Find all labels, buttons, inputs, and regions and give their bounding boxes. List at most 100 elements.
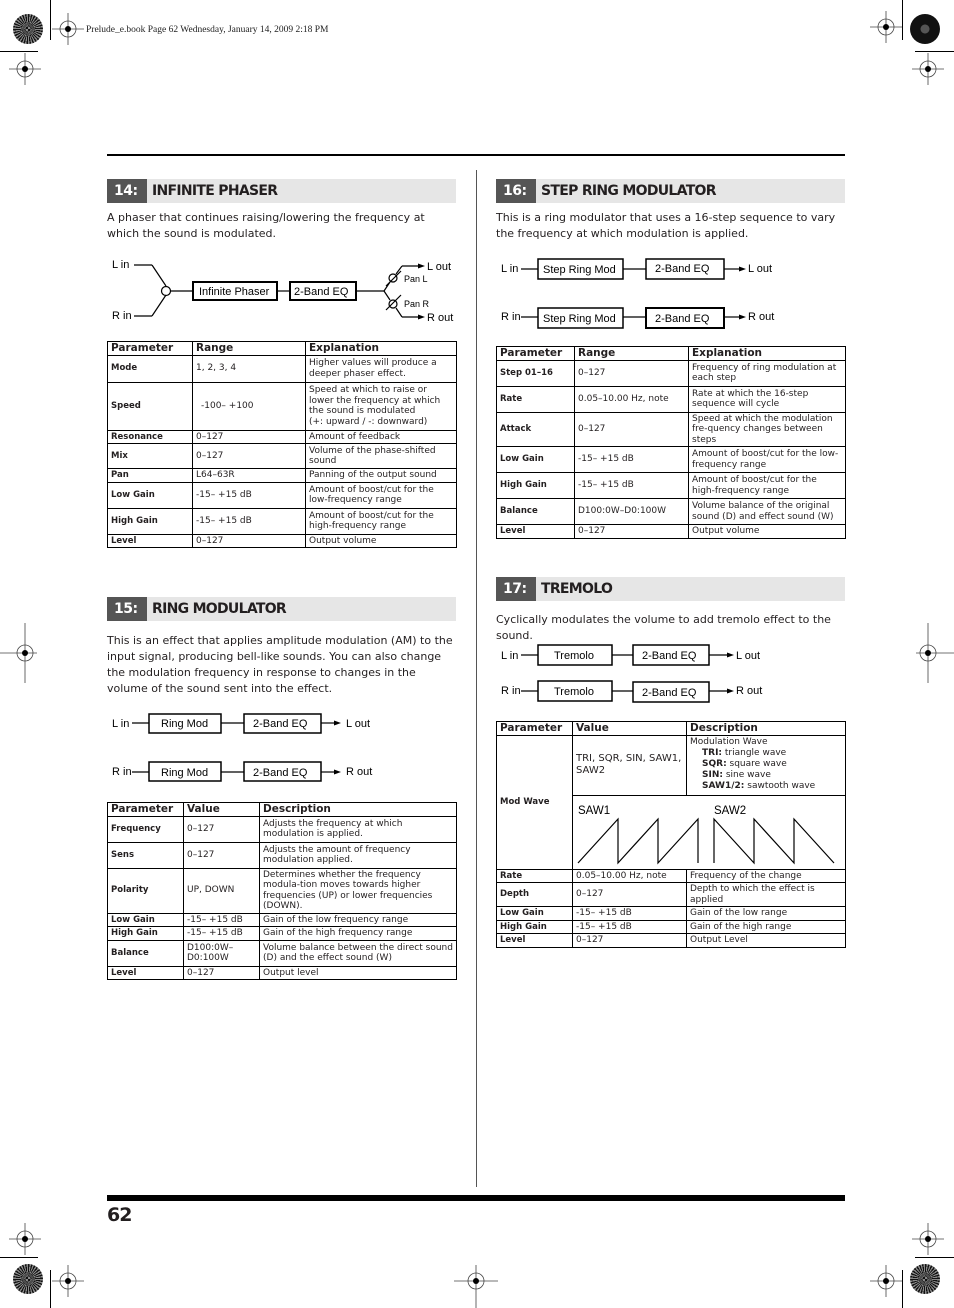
- table-cell: -15– +15 dB: [572, 919, 687, 934]
- sawtooth-waveform-figure: SAW1 SAW2: [572, 794, 846, 870]
- crop-line: [902, 1270, 903, 1308]
- table-cell: Volume of the phase-shifted sound: [305, 443, 457, 469]
- table-cell: -15– +15 dB: [574, 446, 689, 473]
- label-l-out: L out: [736, 650, 760, 662]
- table-row: Rate 0.05–10.00 Hz, note Frequency of th…: [496, 868, 846, 883]
- table-row: Mix 0–127 Volume of the phase-shifted so…: [107, 443, 457, 469]
- table-row: Level 0–127 Output volume: [496, 524, 846, 539]
- block-infinite-phaser: Infinite Phaser: [199, 286, 270, 298]
- saw1-waveform: [577, 817, 699, 865]
- label-l-in: L in: [112, 718, 129, 730]
- label-l-in: L in: [112, 259, 129, 271]
- table-cell: 0–127: [572, 882, 687, 907]
- table-cell: 0–127: [183, 965, 260, 980]
- table-cell: -15– +15 dB: [574, 472, 689, 499]
- table-cell: Gain of the low frequency range: [259, 912, 457, 927]
- crop-line: [915, 51, 954, 52]
- table-cell: 0–127: [574, 411, 689, 447]
- block-step-ring-mod: Step Ring Mod: [543, 264, 616, 276]
- table-row: Attack 0–127 Speed at which the modulati…: [496, 411, 846, 447]
- table-cell: -15– +15 dB: [192, 507, 306, 535]
- parameter-name-cell: High Gain: [496, 919, 573, 934]
- table-cell: 0–127: [574, 524, 689, 539]
- column-header: Parameter: [107, 802, 184, 817]
- wave-option: SAW1/2: sawtooth wave: [702, 780, 816, 791]
- column-header: Range: [574, 346, 689, 361]
- starburst-mark-top-left: [13, 14, 43, 44]
- column-header: Description: [259, 802, 457, 817]
- table-cell: Adjusts the amount of frequency modulati…: [259, 841, 457, 869]
- parameter-name-cell: Frequency: [107, 815, 184, 843]
- section-title: INFINITE PHASER: [152, 183, 278, 199]
- parameter-name-cell: Rate: [496, 385, 575, 413]
- block-2-band-eq: 2-Band EQ: [642, 650, 697, 662]
- table-cell: Higher values will produce a deeper phas…: [305, 354, 457, 383]
- section-number: 17:: [496, 577, 536, 601]
- table-row: Speed -100– +100 Speed at which to raise…: [107, 381, 457, 431]
- section-title: STEP RING MODULATOR: [541, 183, 717, 199]
- parameter-name-cell: Depth: [496, 882, 573, 907]
- page-number: 62: [107, 1204, 132, 1226]
- label-r-out: R out: [346, 766, 372, 778]
- table-cell: Frequency of the change: [686, 868, 846, 883]
- table-cell: Frequency of ring modulation at each ste…: [688, 359, 846, 387]
- table-header-row: Parameter Value Description: [107, 802, 457, 817]
- section-title: TREMOLO: [541, 581, 613, 597]
- table-row: Low Gain -15– +15 dB Gain of the low ran…: [496, 906, 846, 921]
- parameter-name-cell: Attack: [496, 411, 575, 447]
- label-r-out: R out: [736, 685, 762, 697]
- table-cell: 0.05–10.00 Hz, note: [574, 385, 689, 413]
- label-r-out: R out: [427, 312, 453, 324]
- crop-line: [902, 0, 903, 40]
- label-l-out: L out: [748, 263, 772, 275]
- wave-option: SQR: square wave: [702, 758, 787, 769]
- parameter-name-cell: Rate: [496, 868, 573, 883]
- starburst-mark-bottom-right: [910, 1264, 940, 1294]
- table-cell: 0–127: [183, 815, 260, 843]
- parameter-name-cell: Speed: [107, 381, 193, 431]
- table-row: Depth 0–127 Depth to which the effect is…: [496, 882, 846, 907]
- column-header: Explanation: [305, 341, 457, 356]
- signal-flow-diagram: L in Step Ring Mod 2-Band EQ L out R in …: [496, 255, 846, 334]
- table-header-row: Parameter Range Explanation: [496, 346, 846, 361]
- table-cell: Speed at which the modulation fre-quency…: [688, 411, 846, 447]
- label-pan-r: Pan R: [404, 299, 430, 309]
- table-cell: Adjusts the frequency at which modulatio…: [259, 815, 457, 843]
- parameter-name-cell: Low Gain: [496, 906, 573, 921]
- parameter-name-cell: Level: [107, 533, 193, 548]
- table-cell: Amount of boost/cut for the low-frequenc…: [305, 481, 457, 509]
- table-cell: -15– +15 dB: [572, 906, 687, 921]
- table-row: Pan L64–63R Panning of the output sound: [107, 468, 457, 483]
- parameter-name-cell: Level: [496, 933, 573, 948]
- table-row: Resonance 0–127 Amount of feedback: [107, 429, 457, 444]
- table-cell: Amount of boost/cut for the high-frequen…: [688, 472, 846, 499]
- column-header: Parameter: [496, 721, 573, 736]
- table-row: Balance D100:0W–D0:100W Volume balance o…: [496, 498, 846, 525]
- parameter-table: Parameter Range Explanation Step 01–16 0…: [496, 346, 846, 539]
- section-description: This is a ring modulator that uses a 16-…: [496, 211, 836, 240]
- label-l-out: L out: [427, 261, 451, 273]
- parameter-name-cell: Level: [496, 524, 575, 539]
- block-ring-mod: Ring Mod: [161, 718, 208, 730]
- table-cell: Gain of the high range: [686, 919, 846, 934]
- column-divider: [476, 170, 477, 1187]
- table-row: Mode 1, 2, 3, 4 Higher values will produ…: [107, 354, 457, 383]
- block-2-band-eq: 2-Band EQ: [655, 313, 710, 325]
- wave-option: SIN: sine wave: [702, 769, 771, 780]
- table-cell: 0–127: [574, 359, 689, 387]
- table-cell: 0–127: [192, 443, 306, 469]
- section-title: RING MODULATOR: [152, 601, 287, 617]
- column-header: Value: [572, 721, 687, 736]
- section-heading: 15: RING MODULATOR: [107, 597, 456, 621]
- parameter-table: Parameter Value Description Mod Wave TRI…: [496, 721, 846, 948]
- label-l-in: L in: [501, 263, 518, 275]
- column-header: Parameter: [496, 346, 575, 361]
- table-row: Step 01–16 0–127 Frequency of ring modul…: [496, 359, 846, 387]
- label-pan-l: Pan L: [404, 274, 428, 284]
- parameter-name-cell: Pan: [107, 468, 193, 483]
- parameter-name-cell: Low Gain: [496, 446, 575, 473]
- table-row: Level 0–127 Output level: [107, 965, 457, 980]
- block-2-band-eq: 2-Band EQ: [655, 263, 710, 275]
- signal-flow-diagram: L in Tremolo 2-Band EQ L out R in Tremol…: [496, 640, 846, 709]
- section-number: 14:: [107, 179, 147, 203]
